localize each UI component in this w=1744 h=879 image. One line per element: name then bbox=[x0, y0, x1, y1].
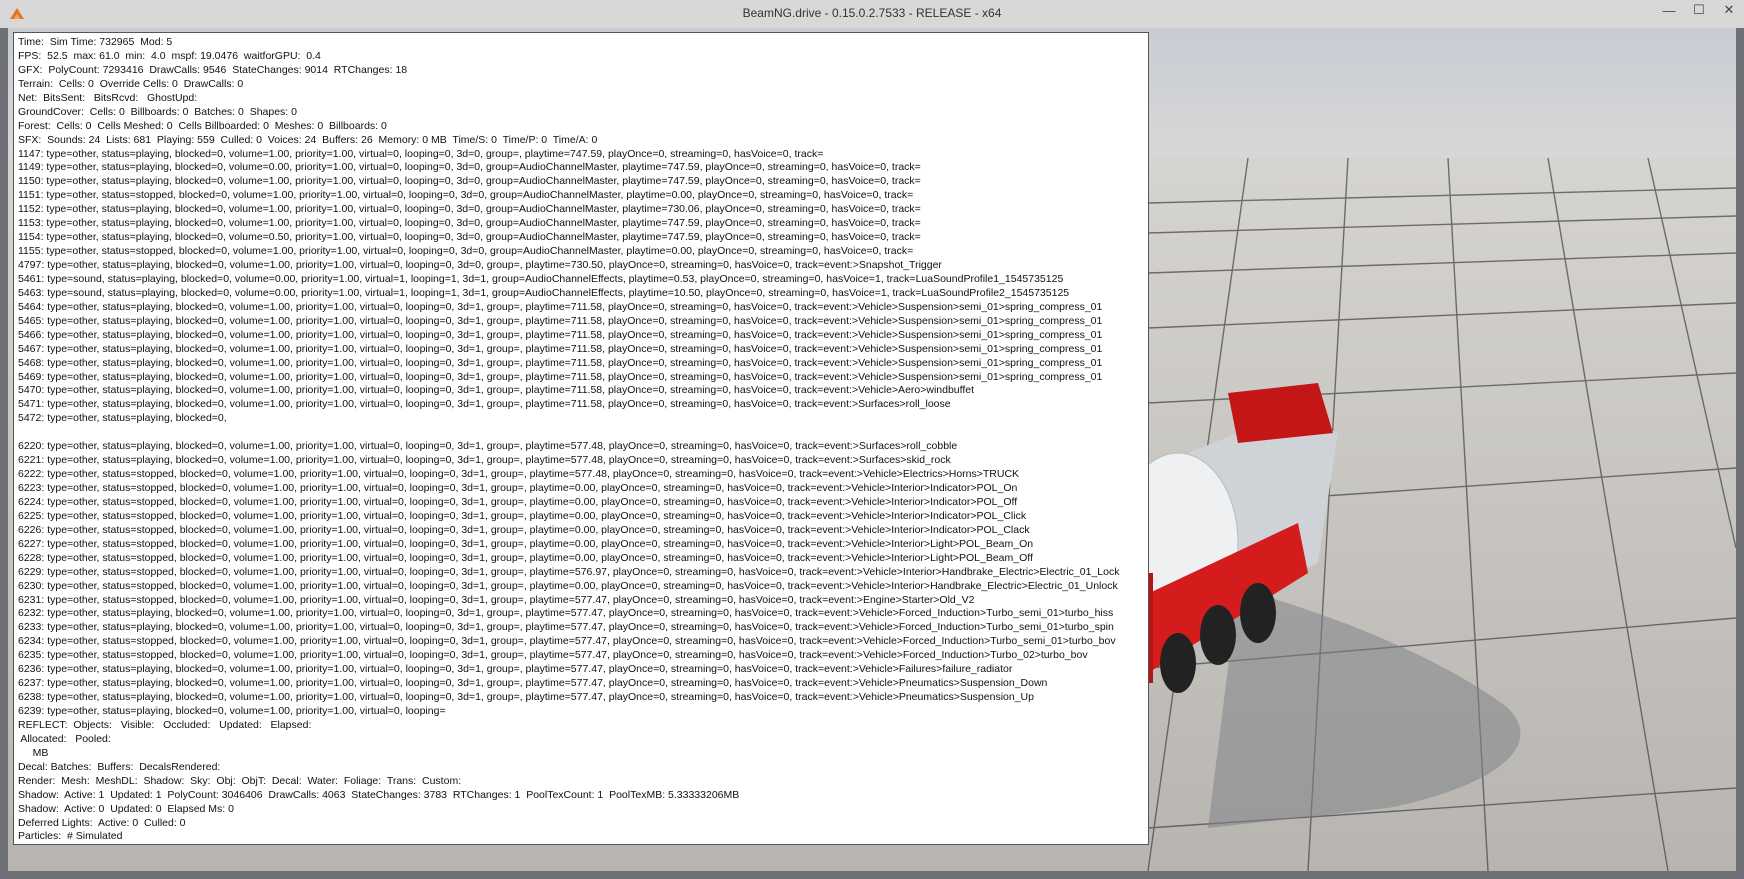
console-line: Net: BitsSent: BitsRcvd: GhostUpd: bbox=[18, 91, 198, 104]
console-line: Allocated: Pooled: bbox=[18, 732, 111, 745]
console-line: Render: Mesh: MeshDL: Shadow: Sky: Obj: … bbox=[18, 774, 462, 787]
console-line: 6238: type=other, status=playing, blocke… bbox=[18, 691, 1034, 704]
console-line: 5468: type=other, status=playing, blocke… bbox=[18, 356, 1103, 369]
console-line: 6234: type=other, status=stopped, blocke… bbox=[18, 635, 1116, 648]
console-line: 6226: type=other, status=stopped, blocke… bbox=[18, 523, 1030, 536]
console-line: 6224: type=other, status=stopped, blocke… bbox=[18, 495, 1018, 508]
debug-console-overlay: Time: Sim Time: 732965 Mod: 5 FPS: 52.5 m… bbox=[13, 32, 1149, 845]
console-line: 6227: type=other, status=stopped, blocke… bbox=[18, 537, 1034, 550]
console-line: 1150: type=other, status=playing, blocke… bbox=[18, 175, 921, 188]
console-line: Particles: # Simulated bbox=[18, 830, 123, 843]
console-line: 6239: type=other, status=playing, blocke… bbox=[18, 705, 446, 717]
console-line: 5465: type=other, status=playing, blocke… bbox=[18, 314, 1103, 327]
console-line: 5464: type=other, status=playing, blocke… bbox=[18, 300, 1103, 313]
console-line: 6221: type=other, status=playing, blocke… bbox=[18, 454, 951, 467]
console-line: 6230: type=other, status=stopped, blocke… bbox=[18, 579, 1118, 592]
console-line: 1149: type=other, status=playing, blocke… bbox=[18, 161, 921, 174]
console-line: 6235: type=other, status=stopped, blocke… bbox=[18, 649, 1088, 662]
console-line: 5467: type=other, status=playing, blocke… bbox=[18, 342, 1103, 355]
console-line: 1151: type=other, status=stopped, blocke… bbox=[18, 189, 914, 202]
console-line: Decal: Batches: Buffers: DecalsRendered: bbox=[18, 760, 221, 773]
console-line: 6222: type=other, status=stopped, blocke… bbox=[18, 468, 1020, 481]
mixer-truck-illustration bbox=[1117, 383, 1338, 693]
console-line: 6225: type=other, status=stopped, blocke… bbox=[18, 509, 1027, 522]
console-line: 1154: type=other, status=playing, blocke… bbox=[18, 231, 921, 244]
console-line: 5461: type=sound, status=playing, blocke… bbox=[18, 272, 1064, 285]
console-line: 6231: type=other, status=stopped, blocke… bbox=[18, 593, 975, 606]
window-controls: — ☐ ✕ bbox=[1654, 0, 1744, 20]
console-line: 5471: type=other, status=playing, blocke… bbox=[18, 398, 951, 411]
console-line: 5463: type=sound, status=playing, blocke… bbox=[18, 286, 1070, 299]
console-line: Shadow: Active: 1 Updated: 1 PolyCount: … bbox=[18, 788, 740, 801]
console-line: GroundCover: Cells: 0 Billboards: 0 Batc… bbox=[18, 105, 297, 118]
close-button[interactable]: ✕ bbox=[1714, 0, 1744, 20]
maximize-button[interactable]: ☐ bbox=[1684, 0, 1714, 20]
console-line: Shadow: Active: 0 Updated: 0 Elapsed Ms:… bbox=[18, 802, 234, 815]
console-line: 6237: type=other, status=playing, blocke… bbox=[18, 677, 1048, 690]
console-line: 6229: type=other, status=stopped, blocke… bbox=[18, 565, 1120, 578]
console-lines: Time: Sim Time: 732965 Mod: 5 FPS: 52.5 m… bbox=[18, 36, 1148, 844]
console-line: 1152: type=other, status=playing, blocke… bbox=[18, 203, 921, 216]
console-line: 1155: type=other, status=stopped, blocke… bbox=[18, 245, 914, 258]
console-line: 6236: type=other, status=playing, blocke… bbox=[18, 663, 1013, 676]
game-viewport[interactable]: Time: Sim Time: 732965 Mod: 5 FPS: 52.5 m… bbox=[8, 28, 1736, 871]
console-line: Time: Sim Time: 732965 Mod: 5 bbox=[18, 36, 173, 48]
console-line: GFX: PolyCount: 7293416 DrawCalls: 9546 … bbox=[18, 63, 408, 76]
console-line: 5470: type=other, status=playing, blocke… bbox=[18, 384, 975, 397]
console-line: Forest: Cells: 0 Cells Meshed: 0 Cells B… bbox=[18, 119, 387, 132]
console-line: 5466: type=other, status=playing, blocke… bbox=[18, 328, 1103, 341]
console-line: Terrain: Cells: 0 Override Cells: 0 Draw… bbox=[18, 77, 244, 90]
minimize-button[interactable]: — bbox=[1654, 0, 1684, 20]
console-line: MB bbox=[18, 746, 49, 759]
console-line: FPS: 52.5 max: 61.0 min: 4.0 mspf: 19.04… bbox=[18, 49, 321, 62]
console-line: 6220: type=other, status=playing, blocke… bbox=[18, 440, 958, 453]
console-line: 6233: type=other, status=playing, blocke… bbox=[18, 621, 1114, 634]
window-title: BeamNG.drive - 0.15.0.2.7533 - RELEASE -… bbox=[742, 6, 1002, 20]
console-line: 6223: type=other, status=stopped, blocke… bbox=[18, 482, 1018, 494]
console-line: 5472: type=other, status=playing, blocke… bbox=[18, 412, 227, 425]
console-line: 1153: type=other, status=playing, blocke… bbox=[18, 217, 921, 230]
console-line: 6232: type=other, status=playing, blocke… bbox=[18, 607, 1114, 620]
console-line: REFLECT: Objects: Visible: Occluded: Upd… bbox=[18, 718, 312, 731]
console-line: 1147: type=other, status=playing, blocke… bbox=[18, 147, 824, 160]
console-line: 4797: type=other, status=playing, blocke… bbox=[18, 259, 942, 271]
console-line: 6228: type=other, status=stopped, blocke… bbox=[18, 551, 1033, 564]
console-line: Deferred Lights: Active: 0 Culled: 0 bbox=[18, 816, 186, 829]
console-line: SFX: Sounds: 24 Lists: 681 Playing: 559 … bbox=[18, 133, 598, 146]
window-frame: Time: Sim Time: 732965 Mod: 5 FPS: 52.5 m… bbox=[0, 28, 1744, 879]
window-titlebar[interactable]: BeamNG.drive - 0.15.0.2.7533 - RELEASE -… bbox=[0, 0, 1744, 29]
console-line: 5469: type=other, status=playing, blocke… bbox=[18, 370, 1103, 383]
